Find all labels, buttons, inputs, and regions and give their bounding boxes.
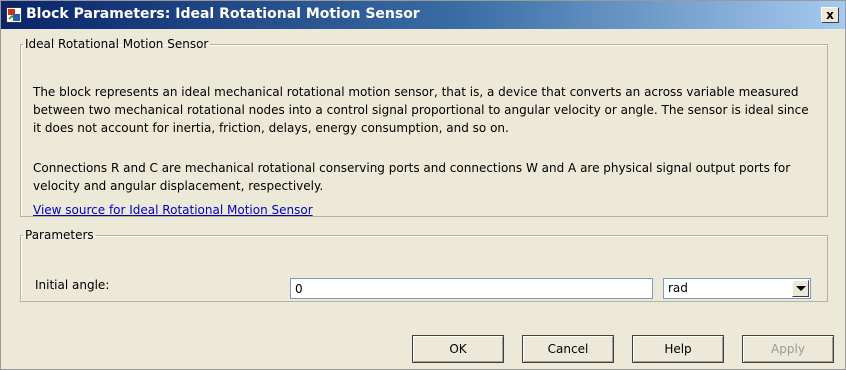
apply-button[interactable]: Apply [742, 335, 834, 363]
initial-angle-unit-value: rad [668, 281, 688, 295]
description-paragraph-1: The block represents an ideal mechanical… [33, 85, 809, 135]
help-button[interactable]: Help [632, 335, 724, 363]
description-group: Ideal Rotational Motion Sensor The block… [20, 37, 828, 217]
close-button[interactable]: x [821, 7, 839, 23]
cancel-button[interactable]: Cancel [522, 335, 614, 363]
description-paragraph-2: Connections R and C are mechanical rotat… [33, 161, 791, 193]
initial-angle-unit-select[interactable]: rad [663, 278, 811, 299]
parameters-group-title: Parameters [25, 228, 94, 242]
ok-button[interactable]: OK [412, 335, 504, 363]
initial-angle-input[interactable] [290, 278, 653, 299]
close-icon: x [826, 8, 834, 22]
description-group-title: Ideal Rotational Motion Sensor [25, 37, 209, 51]
chevron-down-icon[interactable] [792, 280, 809, 297]
window-title: Block Parameters: Ideal Rotational Motio… [26, 6, 420, 22]
view-source-link[interactable]: View source for Ideal Rotational Motion … [33, 203, 313, 217]
parameters-group: Parameters Initial angle: rad [20, 228, 828, 302]
block-parameters-dialog: Block Parameters: Ideal Rotational Motio… [0, 0, 846, 370]
initial-angle-label: Initial angle: [35, 278, 110, 292]
title-bar[interactable]: Block Parameters: Ideal Rotational Motio… [1, 1, 845, 29]
simulink-block-icon [6, 7, 22, 23]
